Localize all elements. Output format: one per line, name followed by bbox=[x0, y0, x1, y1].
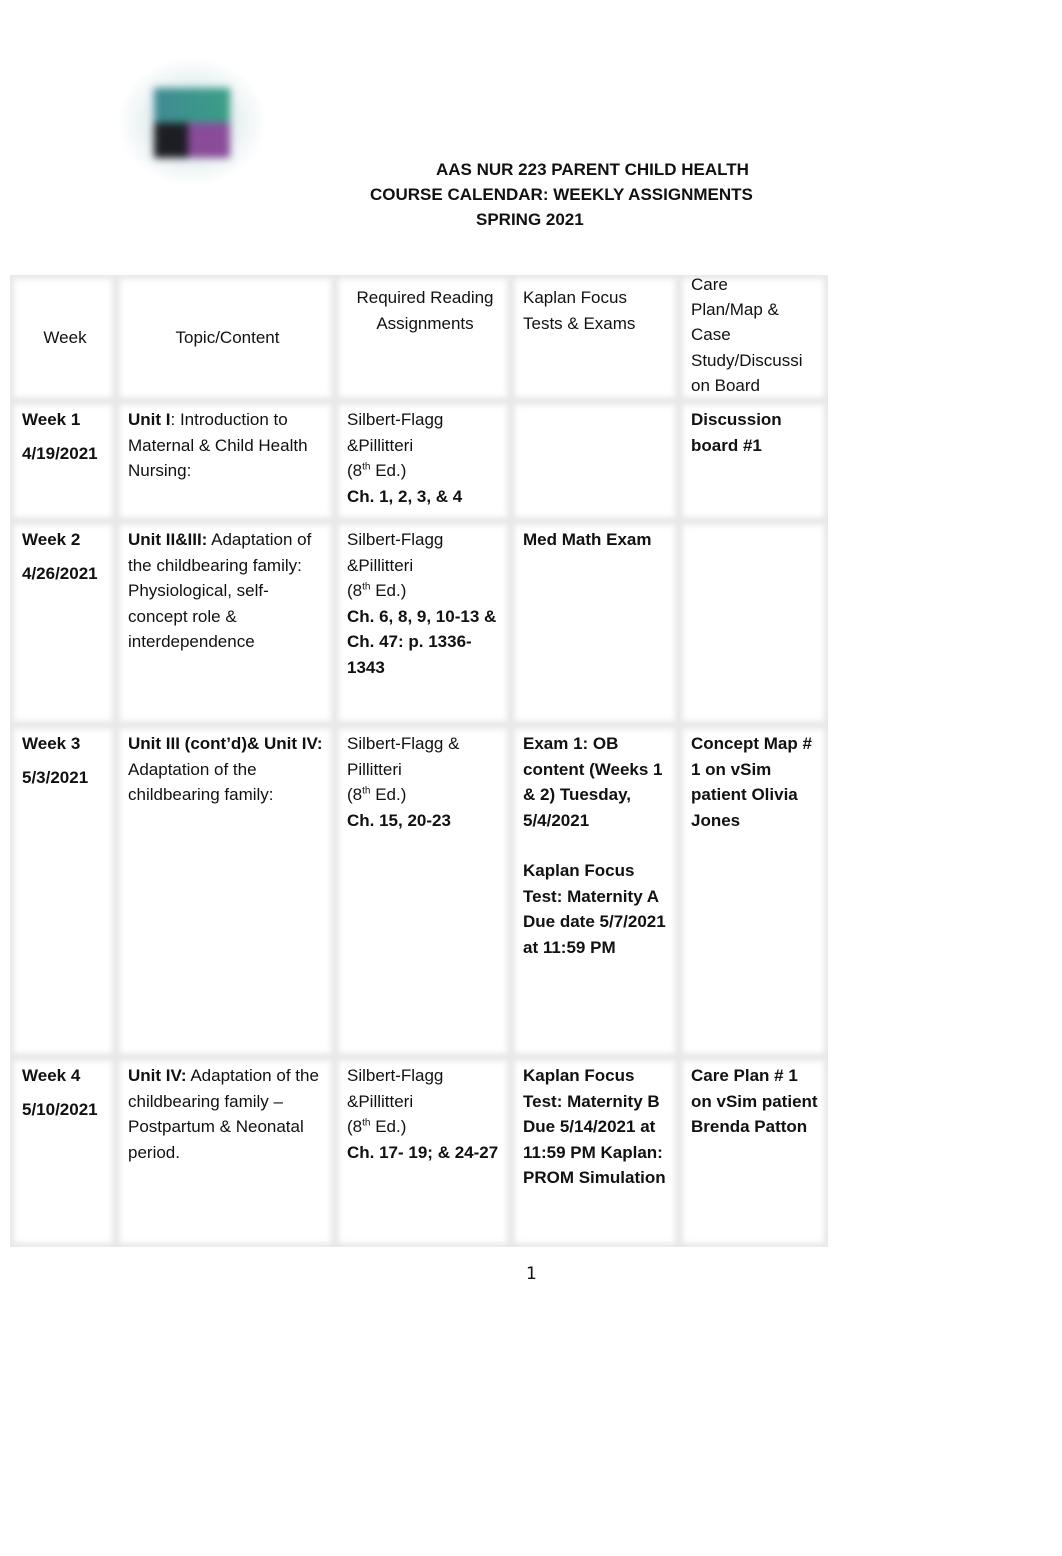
semester-label: SPRING 2021 bbox=[476, 210, 584, 229]
topic-cell: Unit I: Introduction to Maternal & Child… bbox=[116, 401, 335, 521]
week-date: 4/19/2021 bbox=[22, 443, 98, 463]
kaplan-cell bbox=[511, 401, 679, 521]
reading-cell: Silbert-Flagg &Pillitteri (8th Ed.) Ch. … bbox=[335, 521, 511, 725]
table-row: Week 1 4/19/2021 Unit I: Introduction to… bbox=[10, 401, 828, 521]
college-seal-logo bbox=[118, 58, 266, 186]
weekly-assignments-table: Week Topic/Content Required Reading Assig… bbox=[10, 275, 828, 1247]
table-row: Week 4 5/10/2021 Unit IV: Adaptation of … bbox=[10, 1057, 828, 1247]
table-row: Week 3 5/3/2021 Unit III (cont’d)& Unit … bbox=[10, 725, 828, 1057]
course-title: AAS NUR 223 PARENT CHILD HEALTH bbox=[436, 160, 749, 179]
reading-cell: Silbert-Flagg &Pillitteri (8th Ed.) Ch. … bbox=[335, 401, 511, 521]
table-row: Week 2 4/26/2021 Unit II&III: Adaptation… bbox=[10, 521, 828, 725]
careplan-cell: Care Plan # 1 on vSim patient Brenda Pat… bbox=[679, 1057, 828, 1247]
table-header-row: Week Topic/Content Required Reading Assig… bbox=[10, 275, 828, 401]
careplan-cell bbox=[679, 521, 828, 725]
topic-cell: Unit II&III: Adaptation of the childbear… bbox=[116, 521, 335, 725]
kaplan-cell: Kaplan Focus Test: Maternity B Due 5/14/… bbox=[511, 1057, 679, 1247]
column-header-kaplan: Kaplan Focus Tests & Exams bbox=[511, 275, 679, 401]
calendar-subtitle: COURSE CALENDAR: WEEKLY ASSIGNMENTS bbox=[370, 185, 753, 204]
column-header-topic: Topic/Content bbox=[116, 275, 335, 401]
week-cell: Week 3 5/3/2021 bbox=[10, 725, 116, 1057]
week-date: 5/3/2021 bbox=[22, 767, 89, 787]
topic-cell: Unit IV: Adaptation of the childbearing … bbox=[116, 1057, 335, 1247]
kaplan-test-entry: Kaplan Focus Test: Maternity A Due date … bbox=[523, 861, 666, 957]
column-header-week: Week bbox=[10, 275, 116, 401]
week-date: 4/26/2021 bbox=[22, 563, 98, 583]
reading-cell: Silbert-Flagg &Pillitteri (8th Ed.) Ch. … bbox=[335, 1057, 511, 1247]
logo-emblem-icon bbox=[154, 88, 230, 158]
week-label: Week 4 bbox=[22, 1066, 81, 1085]
week-label: Week 3 bbox=[22, 734, 81, 753]
reading-cell: Silbert-Flagg & Pillitteri (8th Ed.) Ch.… bbox=[335, 725, 511, 1057]
week-label: Week 1 bbox=[22, 410, 81, 429]
week-cell: Week 2 4/26/2021 bbox=[10, 521, 116, 725]
topic-cell: Unit III (cont’d)& Unit IV: Adaptation o… bbox=[116, 725, 335, 1057]
week-cell: Week 1 4/19/2021 bbox=[10, 401, 116, 521]
kaplan-cell: Med Math Exam bbox=[511, 521, 679, 725]
week-label: Week 2 bbox=[22, 530, 81, 549]
kaplan-cell: Exam 1: OB content (Weeks 1 & 2) Tuesday… bbox=[511, 725, 679, 1057]
exam-entry: Exam 1: OB content (Weeks 1 & 2) Tuesday… bbox=[523, 734, 663, 830]
careplan-cell: Discussion board #1 bbox=[679, 401, 828, 521]
week-date: 5/10/2021 bbox=[22, 1099, 98, 1119]
week-cell: Week 4 5/10/2021 bbox=[10, 1057, 116, 1247]
column-header-reading: Required Reading Assignments bbox=[335, 275, 511, 401]
page-number: 1 bbox=[526, 1264, 537, 1284]
column-header-careplan: Care Plan/Map & Case Study/Discussi on Board bbox=[679, 275, 828, 401]
careplan-cell: Concept Map # 1 on vSim patient Olivia J… bbox=[679, 725, 828, 1057]
